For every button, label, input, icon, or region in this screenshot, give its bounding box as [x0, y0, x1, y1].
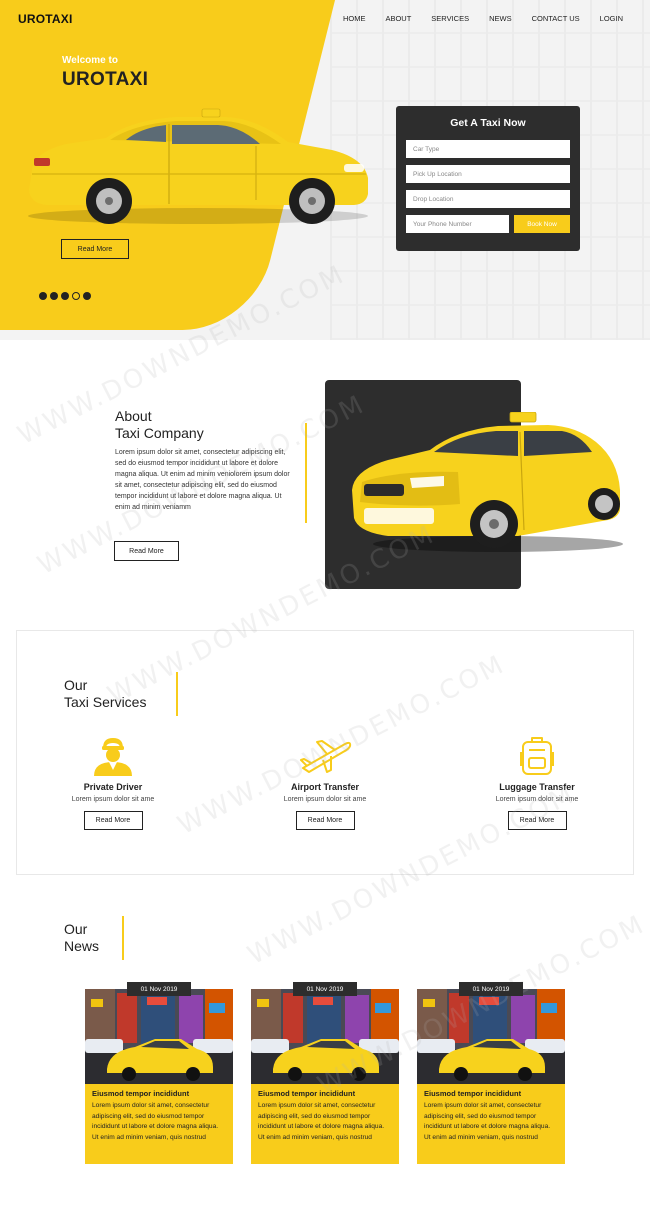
- book-now-button[interactable]: Book Now: [514, 215, 570, 233]
- news-title-line2: News: [64, 938, 100, 954]
- nav-contact-us[interactable]: CONTACT US: [532, 14, 580, 23]
- service-private-driver: Private Driver Lorem ipsum dolor sit ame…: [43, 736, 183, 830]
- hero-taxi-image: [28, 108, 368, 224]
- service-desc: Lorem ipsum dolor sit ame: [495, 796, 579, 803]
- nav-about[interactable]: ABOUT: [385, 14, 411, 23]
- about-text: Lorem ipsum dolor sit amet, consectetur …: [115, 449, 290, 511]
- nav-services[interactable]: SERVICES: [431, 14, 469, 23]
- slider-dot[interactable]: [83, 292, 91, 300]
- slider-dot[interactable]: [39, 292, 47, 300]
- luggage-icon: [520, 737, 554, 775]
- about-title-line1: About: [115, 408, 152, 424]
- service-luggage-transfer: Luggage Transfer Lorem ipsum dolor sit a…: [467, 736, 607, 830]
- news-text: Lorem ipsum dolor sit amet, consectetur …: [258, 1102, 385, 1141]
- news-image: [251, 989, 399, 1084]
- about-title-line2: Taxi Company: [115, 425, 204, 441]
- about-read-more-button[interactable]: Read More: [114, 541, 179, 561]
- nav-home[interactable]: HOME: [343, 14, 366, 23]
- slider-dot[interactable]: [61, 292, 69, 300]
- news-title[interactable]: Eiusmod tempor incididunt: [258, 1089, 392, 1098]
- services-title-line2: Taxi Services: [64, 694, 147, 710]
- nav-news[interactable]: NEWS: [489, 14, 512, 23]
- services-title-line1: Our: [64, 677, 88, 693]
- service-read-more-button[interactable]: Read More: [295, 811, 355, 830]
- service-read-more-button[interactable]: Read More: [507, 811, 567, 830]
- hero-title: UROTAXI: [62, 69, 149, 90]
- services-divider: [176, 672, 178, 716]
- drop-location-field[interactable]: Drop Location: [406, 190, 570, 208]
- service-name: Luggage Transfer: [499, 782, 575, 792]
- slider-dot[interactable]: [50, 292, 58, 300]
- car-type-field[interactable]: Car Type: [406, 140, 570, 158]
- hero-read-more-button[interactable]: Read More: [61, 239, 129, 259]
- about-divider: [305, 423, 307, 523]
- service-read-more-button[interactable]: Read More: [83, 811, 143, 830]
- service-name: Private Driver: [83, 782, 143, 792]
- news-image: [417, 989, 565, 1084]
- phone-number-field[interactable]: Your Phone Number: [406, 215, 509, 233]
- news-title: Our News: [64, 921, 99, 955]
- news-title[interactable]: Eiusmod tempor incididunt: [424, 1089, 558, 1098]
- slider-dots: [39, 292, 91, 300]
- service-desc: Lorem ipsum dolor sit ame: [71, 796, 155, 803]
- hero-welcome: Welcome to: [62, 55, 118, 66]
- news-text: Lorem ipsum dolor sit amet, consectetur …: [424, 1102, 551, 1141]
- service-name: Airport Transfer: [290, 782, 359, 792]
- news-text: Lorem ipsum dolor sit amet, consectetur …: [92, 1102, 219, 1141]
- news-image: [85, 989, 233, 1084]
- airplane-icon: [300, 740, 352, 773]
- service-airport-transfer: Airport Transfer Lorem ipsum dolor sit a…: [255, 736, 395, 830]
- hero-section: UROTAXI HOME ABOUT SERVICES NEWS CONTACT…: [0, 0, 650, 340]
- slider-dot-active[interactable]: [72, 292, 80, 300]
- news-divider: [122, 916, 124, 960]
- services-title: Our Taxi Services: [64, 677, 146, 711]
- service-desc: Lorem ipsum dolor sit ame: [283, 796, 367, 803]
- news-date: 01 Nov 2019: [459, 982, 523, 996]
- news-body: Eiusmod tempor incididunt Lorem ipsum do…: [417, 1084, 565, 1164]
- site-logo[interactable]: UROTAXI: [18, 12, 73, 26]
- news-body: Eiusmod tempor incididunt Lorem ipsum do…: [85, 1084, 233, 1164]
- news-title-line1: Our: [64, 921, 88, 937]
- about-title: About Taxi Company: [115, 408, 204, 442]
- about-taxi-image: [352, 412, 623, 552]
- pickup-location-field[interactable]: Pick Up Location: [406, 165, 570, 183]
- news-date: 01 Nov 2019: [293, 982, 357, 996]
- form-title: Get A Taxi Now: [450, 117, 526, 129]
- main-nav: HOME ABOUT SERVICES NEWS CONTACT US LOGI…: [323, 14, 623, 23]
- get-taxi-form: Get A Taxi Now Car Type Pick Up Location…: [396, 106, 580, 251]
- news-title[interactable]: Eiusmod tempor incididunt: [92, 1089, 226, 1098]
- news-body: Eiusmod tempor incididunt Lorem ipsum do…: [251, 1084, 399, 1164]
- driver-icon: [94, 738, 132, 776]
- nav-login[interactable]: LOGIN: [600, 14, 623, 23]
- news-date: 01 Nov 2019: [127, 982, 191, 996]
